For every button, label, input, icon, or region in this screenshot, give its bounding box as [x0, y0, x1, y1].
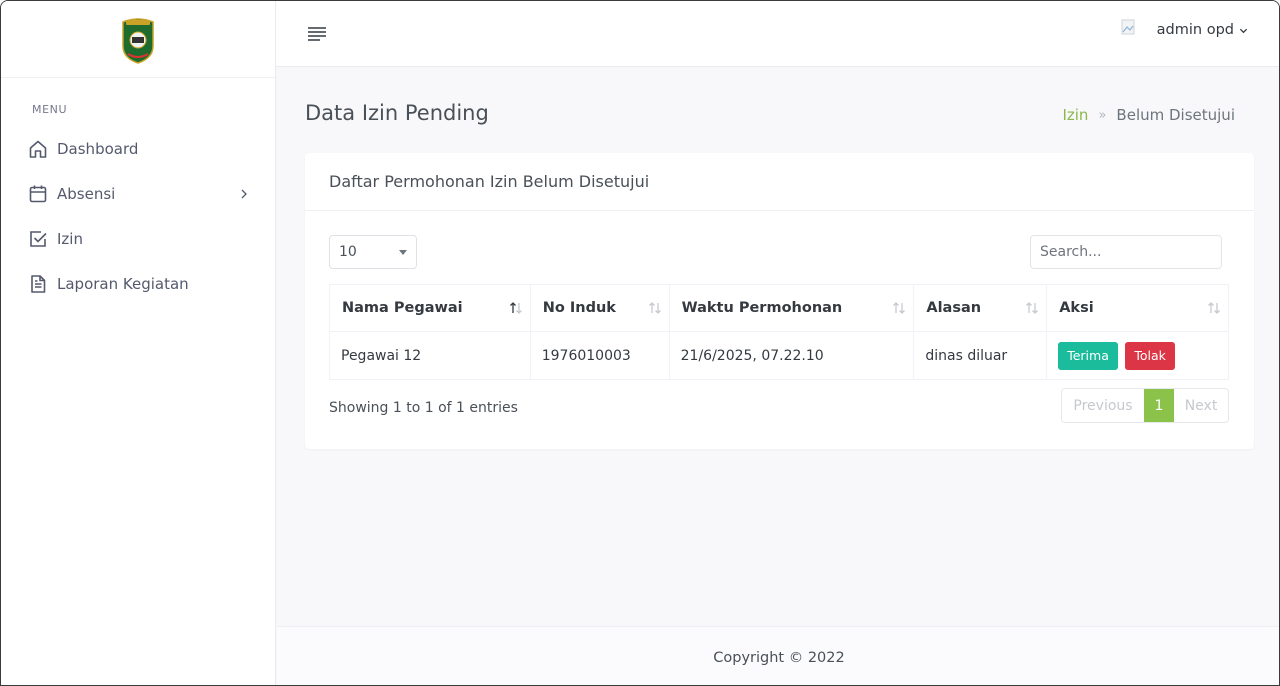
sidebar-item-absensi[interactable]: Absensi	[1, 171, 275, 216]
brand	[1, 1, 275, 78]
document-icon	[28, 274, 48, 294]
chevron-down-icon	[1239, 28, 1248, 33]
search-input[interactable]	[1030, 235, 1222, 269]
sidebar: MENU Dashboard Absensi Izin Laporan Kegi…	[1, 1, 276, 685]
cell-nama-pegawai: Pegawai 12	[329, 331, 531, 380]
page-title: Data Izin Pending	[305, 101, 489, 125]
sidebar-item-label: Laporan Kegiatan	[57, 274, 189, 293]
column-header-aksi[interactable]: Aksi	[1046, 284, 1229, 332]
sidebar-item-label: Izin	[57, 229, 83, 248]
pagination: Previous 1 Next	[1061, 388, 1229, 423]
breadcrumb-separator: »	[1098, 107, 1107, 123]
previous-page-button[interactable]: Previous	[1062, 389, 1144, 422]
calendar-icon	[28, 184, 48, 204]
page-1-button[interactable]: 1	[1144, 389, 1174, 422]
user-name: admin opd	[1156, 22, 1234, 38]
leave-table: Nama Pegawai No Induk Waktu Permohonan A…	[329, 284, 1229, 380]
pending-leave-card: Daftar Permohonan Izin Belum Disetujui 1…	[305, 153, 1254, 449]
next-page-button[interactable]: Next	[1174, 389, 1228, 422]
sidebar-item-label: Absensi	[57, 184, 116, 203]
sidebar-item-label: Dashboard	[57, 139, 139, 158]
reject-button[interactable]: Tolak	[1125, 341, 1175, 370]
regency-emblem-logo[interactable]	[120, 14, 156, 64]
accept-button[interactable]: Terima	[1058, 341, 1118, 370]
breadcrumb-current: Belum Disetujui	[1116, 106, 1235, 124]
sort-icon	[648, 302, 661, 314]
checkbox-icon	[28, 229, 48, 249]
table-row: Pegawai 12 1976010003 21/6/2025, 07.22.1…	[329, 331, 1229, 380]
column-header-waktu-permohonan[interactable]: Waktu Permohonan	[668, 284, 915, 332]
breadcrumb: Izin » Belum Disetujui	[1062, 106, 1235, 124]
user-dropdown[interactable]: admin opd	[1120, 18, 1248, 42]
entries-length-value: 10	[339, 244, 357, 260]
topbar: admin opd	[276, 1, 1279, 67]
cell-no-induk: 1976010003	[529, 331, 670, 380]
footer: Copyright © 2022	[277, 626, 1279, 685]
caret-down-icon	[399, 250, 407, 255]
sidebar-item-izin[interactable]: Izin	[1, 216, 275, 261]
app-window: MENU Dashboard Absensi Izin Laporan Kegi…	[0, 0, 1280, 686]
hamburger-menu-icon[interactable]	[307, 26, 327, 42]
cell-waktu-permohonan: 21/6/2025, 07.22.10	[668, 331, 915, 380]
breadcrumb-link-izin[interactable]: Izin	[1062, 106, 1088, 124]
sort-ascending-icon	[509, 302, 522, 314]
column-header-nama-pegawai[interactable]: Nama Pegawai	[329, 284, 531, 332]
sort-icon	[893, 302, 906, 314]
avatar-broken-image-icon	[1121, 19, 1135, 35]
menu-section-title: MENU	[32, 103, 68, 116]
cell-alasan: dinas diluar	[913, 331, 1048, 380]
chevron-right-icon	[241, 189, 247, 198]
sort-icon	[1026, 302, 1039, 314]
entries-info: Showing 1 to 1 of 1 entries	[329, 400, 518, 416]
sidebar-item-laporan-kegiatan[interactable]: Laporan Kegiatan	[1, 261, 275, 306]
sidebar-item-dashboard[interactable]: Dashboard	[1, 126, 275, 171]
column-header-alasan[interactable]: Alasan	[913, 284, 1048, 332]
home-icon	[28, 139, 48, 159]
entries-length-select[interactable]: 10	[329, 235, 417, 269]
copyright-text: Copyright © 2022	[713, 650, 845, 666]
table-header-row: Nama Pegawai No Induk Waktu Permohonan A…	[329, 284, 1229, 332]
column-header-no-induk[interactable]: No Induk	[529, 284, 670, 332]
sort-icon	[1208, 302, 1220, 314]
card-title: Daftar Permohonan Izin Belum Disetujui	[305, 153, 1254, 211]
cell-aksi: Terima Tolak	[1046, 331, 1229, 380]
